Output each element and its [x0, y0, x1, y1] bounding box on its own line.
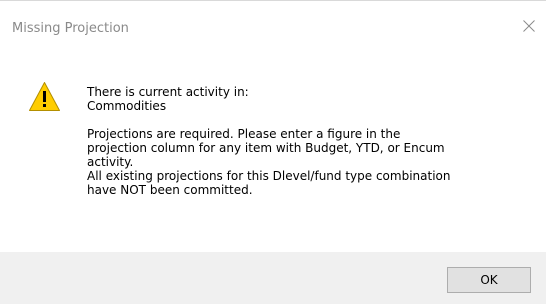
message-dialog: Missing Projection There is current acti… — [0, 0, 546, 304]
message-line: Commodities — [87, 99, 167, 113]
close-button[interactable] — [512, 9, 546, 43]
title-bar: Missing Projection — [0, 1, 546, 51]
dialog-title: Missing Projection — [12, 21, 129, 36]
message-line: All existing projections for this Dlevel… — [87, 169, 451, 183]
message-line: activity. — [87, 155, 134, 169]
message-line: There is current activity in: — [87, 85, 249, 99]
message-line: Projections are required. Please enter a… — [87, 127, 401, 141]
button-bar: OK — [0, 252, 546, 304]
message-line: projection column for any item with Budg… — [87, 141, 445, 155]
message-text: There is current activity in: Commoditie… — [87, 85, 532, 197]
ok-button[interactable]: OK — [447, 267, 531, 293]
warning-icon — [29, 82, 60, 111]
close-icon — [523, 20, 535, 32]
message-line: have NOT been committed. — [87, 183, 253, 197]
